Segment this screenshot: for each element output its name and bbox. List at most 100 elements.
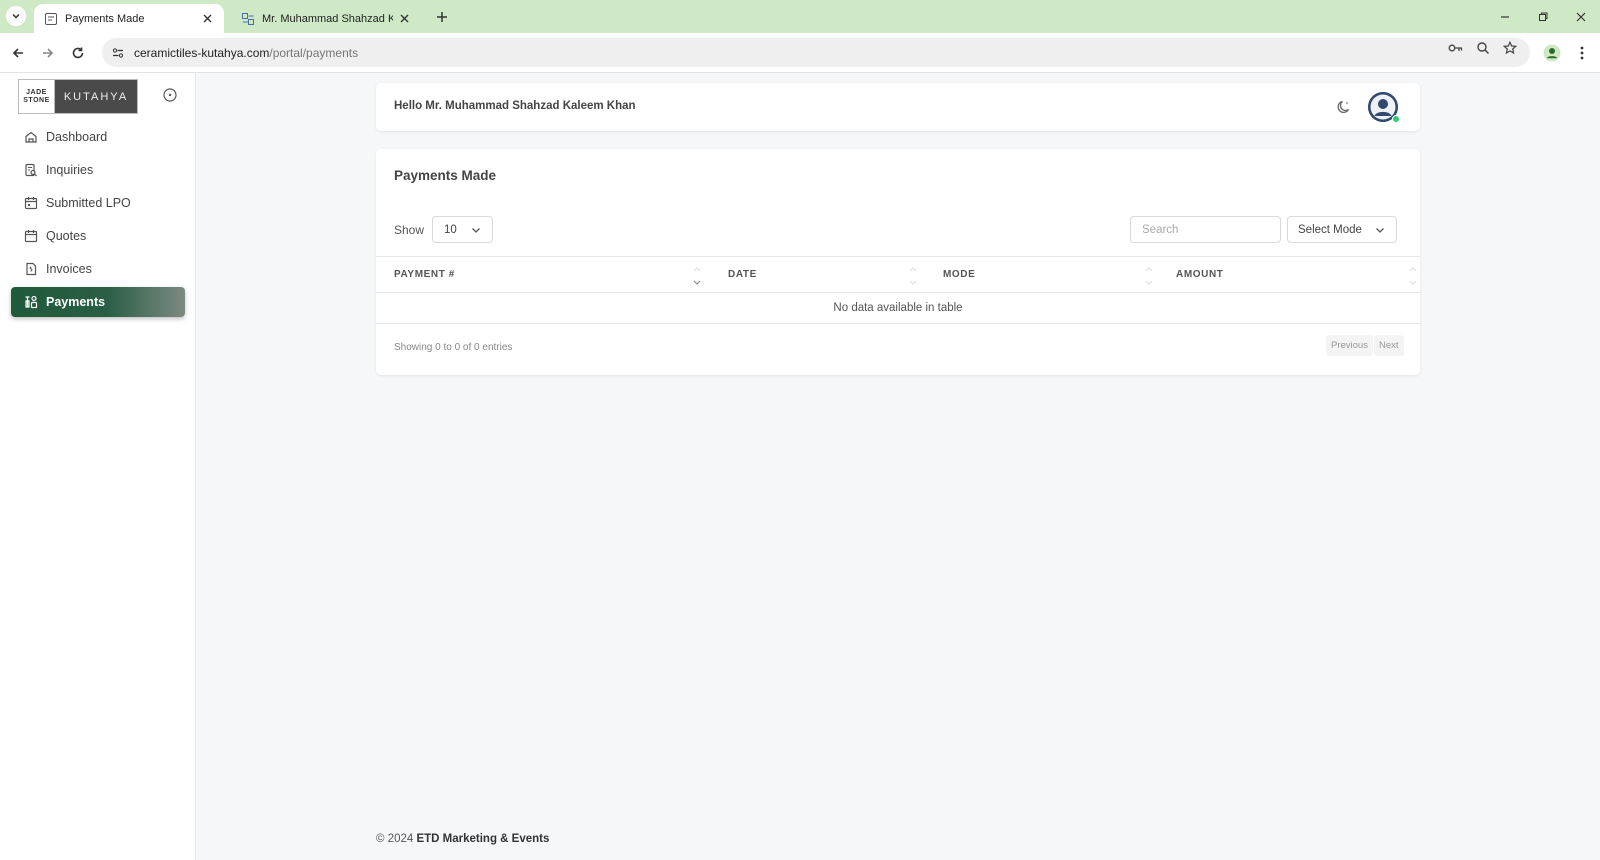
restore-icon xyxy=(1539,12,1548,21)
column-header-amount[interactable]: AMOUNT xyxy=(1176,269,1223,280)
page-length-select[interactable]: 10 xyxy=(432,216,493,243)
jade-stone-logo: JADE STONE xyxy=(19,80,55,113)
sidebar-item-label: Quotes xyxy=(46,229,87,243)
key-icon xyxy=(1448,44,1463,52)
sidebar-item-submitted-lpo[interactable]: Submitted LPO xyxy=(11,188,185,218)
back-button[interactable] xyxy=(8,43,28,63)
circle-dot-icon xyxy=(163,88,177,102)
logo-text: STONE xyxy=(23,96,50,104)
reload-button[interactable] xyxy=(68,43,88,63)
password-key-button[interactable] xyxy=(1447,39,1465,57)
close-icon xyxy=(1576,12,1586,22)
logo-text: KUTAHYA xyxy=(63,90,129,103)
sidebar-item-label: Payments xyxy=(46,295,106,309)
sidebar-item-dashboard[interactable]: Dashboard xyxy=(11,122,185,152)
tab-title: Payments Made xyxy=(65,12,145,25)
url-path: /portal/payments xyxy=(269,45,359,60)
browser-tab-profile[interactable]: Mr. Muhammad Shahzad Kaleem xyxy=(231,4,421,33)
star-icon xyxy=(1503,41,1517,55)
brand-logo[interactable]: JADE STONE KUTAHYA xyxy=(18,79,138,114)
tab-title: Mr. Muhammad Shahzad Kaleem xyxy=(262,12,393,25)
close-window-button[interactable] xyxy=(1572,8,1590,26)
next-page-button[interactable]: Next xyxy=(1374,335,1404,356)
zoom-icon xyxy=(1477,42,1490,55)
browser-tab-payments[interactable]: Payments Made xyxy=(34,4,224,33)
payments-icon xyxy=(23,295,38,310)
sidebar-item-label: Dashboard xyxy=(46,130,108,144)
greeting-text: Hello Mr. Muhammad Shahzad Kaleem Khan xyxy=(394,100,636,112)
sidebar-item-inquiries[interactable]: Inquiries xyxy=(11,155,185,185)
footer-company-link[interactable]: ETD Marketing & Events xyxy=(416,833,549,845)
url-domain: ceramictiles-kutahya.com xyxy=(134,45,270,60)
close-tab-icon[interactable] xyxy=(200,12,214,26)
logo-text: JADE xyxy=(26,88,47,96)
table-info: Showing 0 to 0 of 0 entries xyxy=(394,342,513,353)
kutahya-logo: KUTAHYA xyxy=(55,80,137,113)
sidebar-item-invoices[interactable]: Invoices xyxy=(11,254,185,284)
invoice-icon xyxy=(23,262,38,277)
more-vertical-icon xyxy=(1580,46,1584,60)
sidebar-item-payments[interactable]: Payments xyxy=(11,287,185,317)
plus-icon xyxy=(437,12,447,22)
reload-icon xyxy=(72,47,84,59)
sidebar-nav: Dashboard Inquiries Submitted LPO Quotes… xyxy=(11,122,185,320)
profile-button[interactable] xyxy=(1542,43,1562,63)
browser-tab-bar: Payments Made Mr. Muhammad Shahzad Kalee… xyxy=(0,0,1600,33)
new-tab-button[interactable] xyxy=(433,8,451,26)
arrow-right-icon xyxy=(43,48,54,58)
calendar-icon xyxy=(23,229,38,244)
copyright-text: © 2024 xyxy=(376,833,414,845)
page-title: Payments Made xyxy=(394,168,497,183)
bookmark-button[interactable] xyxy=(1501,39,1519,57)
minimize-window-button[interactable] xyxy=(1496,8,1514,26)
dark-mode-toggle[interactable] xyxy=(1335,98,1353,116)
chevron-down-icon xyxy=(470,224,482,236)
search-input[interactable] xyxy=(1130,216,1281,243)
tab-search-button[interactable] xyxy=(6,6,26,26)
zoom-button[interactable] xyxy=(1474,39,1492,57)
column-header-mode[interactable]: MODE xyxy=(943,269,975,280)
browser-menu-button[interactable] xyxy=(1572,43,1592,63)
site-settings-icon[interactable] xyxy=(110,45,126,61)
footer: © 2024 ETD Marketing & Events xyxy=(376,833,549,845)
page-favicon-icon xyxy=(45,12,57,25)
minimize-icon xyxy=(1501,16,1509,18)
top-header: Hello Mr. Muhammad Shahzad Kaleem Khan xyxy=(376,83,1420,131)
restore-window-button[interactable] xyxy=(1534,8,1552,26)
page-length-value: 10 xyxy=(444,223,457,236)
payments-card: Payments Made Show 10 Select Mode PAYMEN… xyxy=(376,149,1420,375)
sidebar-item-label: Inquiries xyxy=(46,163,94,177)
show-label: Show xyxy=(394,223,425,237)
sidebar-item-quotes[interactable]: Quotes xyxy=(11,221,185,251)
sidebar-toggle-button[interactable] xyxy=(162,87,178,103)
previous-page-button[interactable]: Previous xyxy=(1326,335,1373,356)
close-tab-icon[interactable] xyxy=(397,12,411,26)
sort-icon[interactable] xyxy=(1408,266,1418,286)
forward-button[interactable] xyxy=(38,43,58,63)
page-favicon-icon xyxy=(242,12,254,25)
address-bar[interactable]: ceramictiles-kutahya.com/portal/payments xyxy=(102,38,1530,67)
sort-icon[interactable] xyxy=(1144,266,1154,286)
profile-icon xyxy=(1543,44,1561,62)
inquiry-icon xyxy=(23,163,38,178)
chevron-down-icon xyxy=(1374,224,1386,236)
browser-toolbar: ceramictiles-kutahya.com/portal/payments xyxy=(0,33,1600,73)
arrow-left-icon xyxy=(12,48,23,58)
online-status-dot xyxy=(1392,115,1400,123)
sidebar-item-label: Submitted LPO xyxy=(46,196,131,210)
column-header-date[interactable]: DATE xyxy=(728,269,757,280)
calendar-icon xyxy=(23,196,38,211)
sort-icon[interactable] xyxy=(692,266,702,286)
empty-message: No data available in table xyxy=(833,302,963,314)
column-header-payment[interactable]: PAYMENT # xyxy=(394,269,455,280)
table-header: PAYMENT # DATE MODE AMOUNT xyxy=(376,256,1420,293)
home-icon xyxy=(23,130,38,145)
url-text: ceramictiles-kutahya.com/portal/payments xyxy=(134,46,358,60)
moon-icon xyxy=(1337,100,1350,114)
sidebar-item-label: Invoices xyxy=(46,262,92,276)
sidebar: JADE STONE KUTAHYA Dashboard Inquiries S… xyxy=(0,73,196,860)
sort-icon[interactable] xyxy=(908,266,918,286)
chevron-down-icon xyxy=(12,13,20,19)
mode-select-value: Select Mode xyxy=(1298,223,1362,236)
mode-select[interactable]: Select Mode xyxy=(1287,216,1397,243)
